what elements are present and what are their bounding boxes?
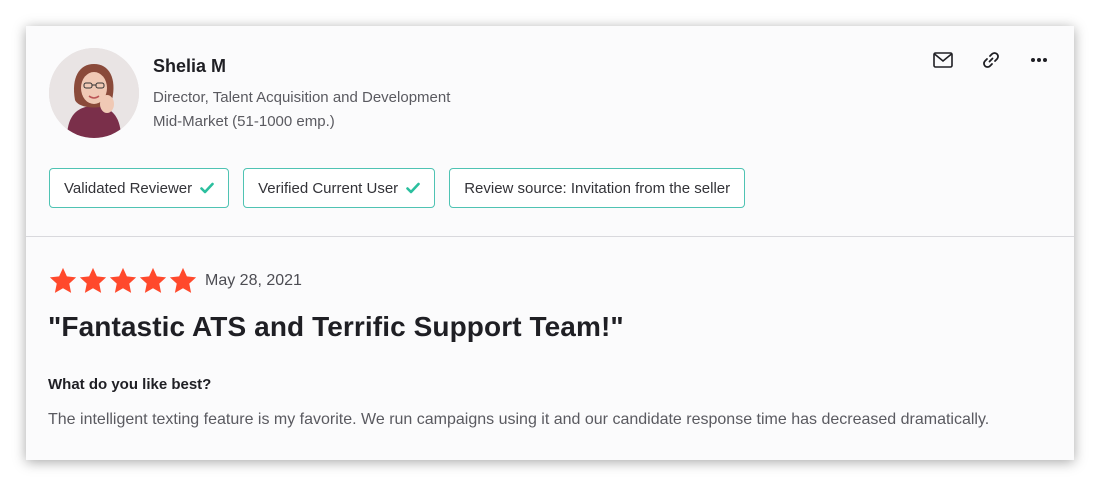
review-answer: The intelligent texting feature is my fa…: [48, 411, 990, 428]
check-icon: [406, 182, 420, 194]
review-actions: [928, 48, 1054, 72]
reviewer-name[interactable]: Shelia M: [153, 56, 226, 77]
section-divider: [26, 236, 1074, 237]
badge-validated-reviewer[interactable]: Validated Reviewer: [49, 168, 230, 208]
more-options-button[interactable]: [1024, 48, 1054, 72]
badge-verified-current-user[interactable]: Verified Current User: [243, 168, 436, 208]
star-icon: [109, 267, 137, 293]
more-icon: [1031, 58, 1047, 62]
mail-icon: [933, 52, 953, 68]
email-button[interactable]: [928, 48, 958, 72]
badge-label: Validated Reviewer: [64, 179, 193, 197]
reviewer-title: Director, Talent Acquisition and Develop…: [153, 89, 451, 106]
star-icon: [49, 267, 77, 293]
copy-link-button[interactable]: [976, 48, 1006, 72]
avatar-image: [49, 48, 139, 138]
star-icon: [169, 267, 197, 293]
review-card: Shelia M Director, Talent Acquisition an…: [26, 26, 1074, 460]
review-date: May 28, 2021: [205, 272, 302, 289]
rating-row: May 28, 2021: [48, 266, 302, 296]
star-icon: [79, 267, 107, 293]
review-title[interactable]: "Fantastic ATS and Terrific Support Team…: [48, 311, 624, 343]
link-icon: [983, 52, 999, 68]
star-rating: [48, 266, 198, 296]
star-icon: [139, 267, 167, 293]
badge-label: Verified Current User: [258, 179, 399, 197]
avatar[interactable]: [49, 48, 139, 138]
reviewer-badges: Validated Reviewer Verified Current User…: [49, 168, 746, 208]
review-question: What do you like best?: [48, 376, 212, 393]
badge-review-source[interactable]: Review source: Invitation from the selle…: [449, 168, 746, 208]
check-icon: [200, 182, 214, 194]
reviewer-segment: Mid-Market (51-1000 emp.): [153, 113, 335, 130]
badge-label: Review source: Invitation from the selle…: [464, 179, 731, 197]
reviewer-header: Shelia M Director, Talent Acquisition an…: [26, 26, 1074, 236]
